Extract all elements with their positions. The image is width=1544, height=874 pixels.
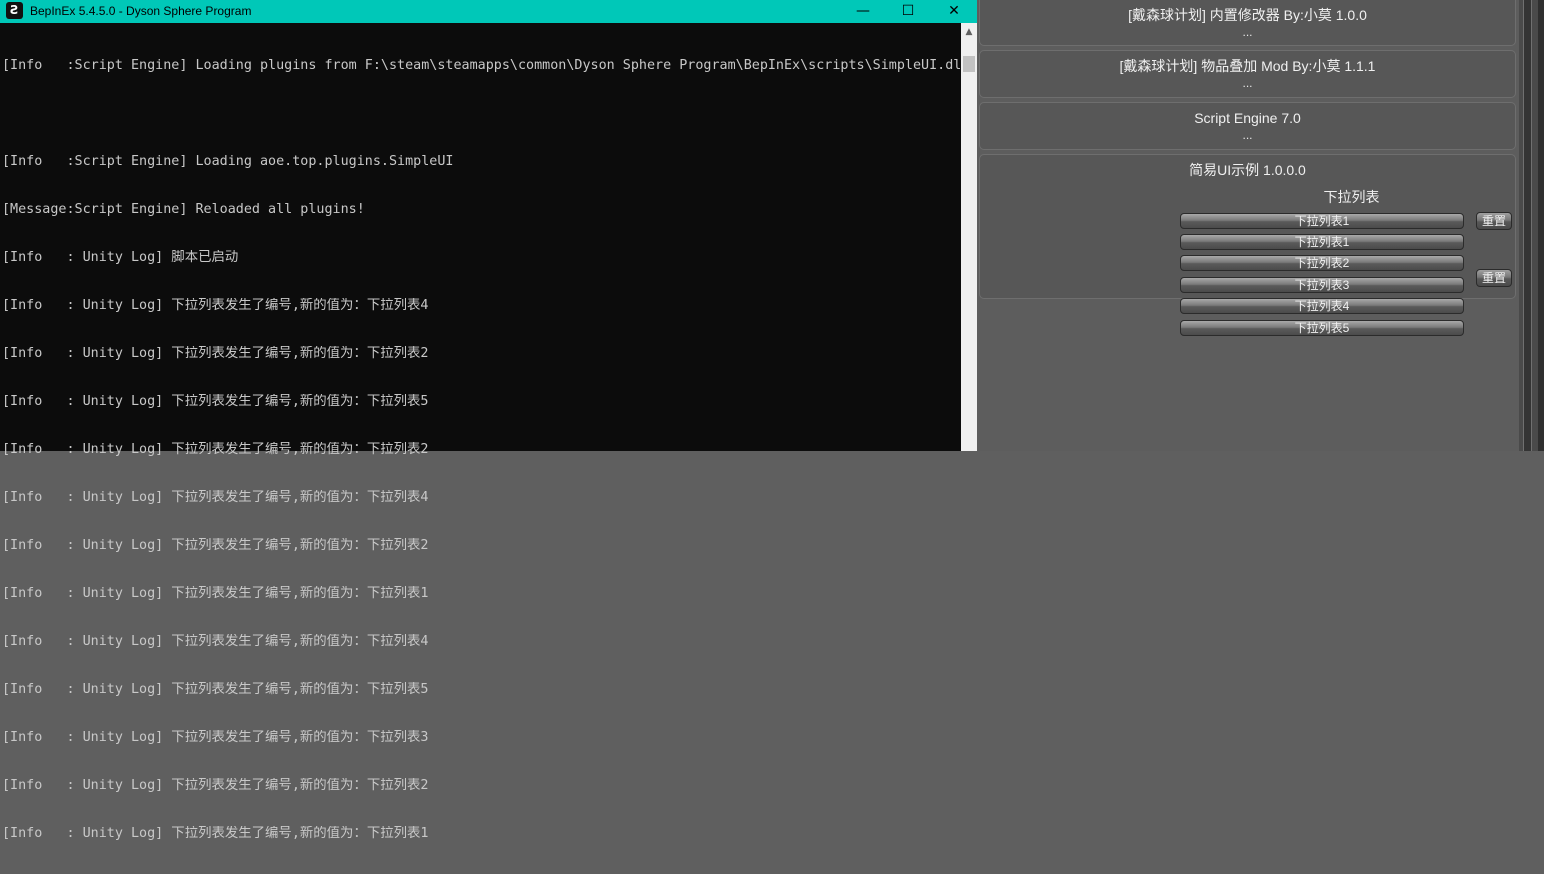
minimize-button[interactable]: — — [840, 0, 886, 23]
log-line: [Info : Unity Log] 下拉列表发生了编号,新的值为：下拉列表1 — [2, 586, 429, 601]
close-button[interactable]: ✕ — [931, 0, 977, 23]
log-line: [Info :Script Engine] Loading plugins fr… — [2, 58, 960, 73]
log-line: [Info : Unity Log] 下拉列表发生了编号,新的值为：下拉列表5 — [2, 394, 429, 409]
plugin-panel-item-stack[interactable]: [戴森球计划] 物品叠加 Mod By:小莫 1.1.1 ... — [979, 50, 1516, 98]
dropdown-selected[interactable]: 下拉列表1 — [1180, 213, 1464, 229]
console-log[interactable]: [Info :Script Engine] Loading plugins fr… — [2, 26, 960, 874]
reset-button[interactable]: 重置 — [1476, 212, 1512, 230]
title-bar[interactable]: Ƨ BepInEx 5.4.5.0 - Dyson Sphere Program… — [0, 0, 977, 23]
plugin-scrollbar[interactable] — [1519, 0, 1544, 451]
dropdown-option[interactable]: 下拉列表5 — [1180, 320, 1464, 336]
console-window: Ƨ BepInEx 5.4.5.0 - Dyson Sphere Program… — [0, 0, 977, 841]
plugin-more: ... — [1242, 76, 1253, 90]
log-line: [Info : Unity Log] 下拉列表发生了编号,新的值为：下拉列表4 — [2, 298, 429, 313]
maximize-button[interactable]: ☐ — [885, 0, 931, 23]
scroll-thumb[interactable] — [963, 56, 975, 72]
plugin-title: 简易UI示例 1.0.0.0 — [1189, 162, 1306, 178]
log-line: [Info : Unity Log] 下拉列表发生了编号,新的值为：下拉列表2 — [2, 442, 429, 457]
log-line: [Info : Unity Log] 下拉列表发生了编号,新的值为：下拉列表4 — [2, 490, 429, 505]
log-line: [Info : Unity Log] 下拉列表发生了编号,新的值为：下拉列表4 — [2, 634, 429, 649]
log-line: [Info : Unity Log] 下拉列表发生了编号,新的值为：下拉列表3 — [2, 730, 429, 745]
log-line: [Info : Unity Log] 下拉列表发生了编号,新的值为：下拉列表1 — [2, 826, 429, 841]
dropdown-label: 下拉列表 — [1323, 189, 1380, 205]
plugin-more: ... — [1242, 128, 1253, 142]
window-edge — [1538, 0, 1544, 451]
plugin-more: ... — [1242, 25, 1253, 39]
scroll-track[interactable] — [1523, 0, 1532, 451]
plugin-panel-modifier[interactable]: [戴森球计划] 内置修改器 By:小莫 1.0.0 ... — [979, 0, 1516, 46]
bepinex-icon: Ƨ — [6, 2, 23, 19]
dropdown-option[interactable]: 下拉列表1 — [1180, 234, 1464, 250]
reset-button[interactable]: 重置 — [1476, 269, 1512, 287]
log-line: [Info :Script Engine] Loading aoe.top.pl… — [2, 154, 454, 169]
dropdown-option[interactable]: 下拉列表2 — [1180, 255, 1464, 271]
log-line: [Info : Unity Log] 脚本已启动 — [2, 250, 239, 265]
plugin-title: Script Engine 7.0 — [1194, 110, 1301, 126]
log-line: [Info : Unity Log] 下拉列表发生了编号,新的值为：下拉列表2 — [2, 538, 429, 553]
log-line: [Info : Unity Log] 下拉列表发生了编号,新的值为：下拉列表2 — [2, 778, 429, 793]
dropdown-option[interactable]: 下拉列表4 — [1180, 298, 1464, 314]
log-line: [Message:Script Engine] Reloaded all plu… — [2, 202, 365, 217]
dropdown-option[interactable]: 下拉列表3 — [1180, 277, 1464, 293]
scroll-up-arrow-icon[interactable]: ▲ — [961, 25, 977, 39]
console-scrollbar[interactable]: ▲ — [961, 23, 977, 451]
log-line: [Info : Unity Log] 下拉列表发生了编号,新的值为：下拉列表5 — [2, 682, 429, 697]
plugin-title: [戴森球计划] 物品叠加 Mod By:小莫 1.1.1 — [1119, 58, 1376, 74]
log-line: [Info : Unity Log] 下拉列表发生了编号,新的值为：下拉列表2 — [2, 346, 429, 361]
plugin-panel-script-engine[interactable]: Script Engine 7.0 ... — [979, 102, 1516, 150]
window-title: BepInEx 5.4.5.0 - Dyson Sphere Program — [30, 4, 252, 18]
plugin-title: [戴森球计划] 内置修改器 By:小莫 1.0.0 — [1128, 7, 1367, 23]
